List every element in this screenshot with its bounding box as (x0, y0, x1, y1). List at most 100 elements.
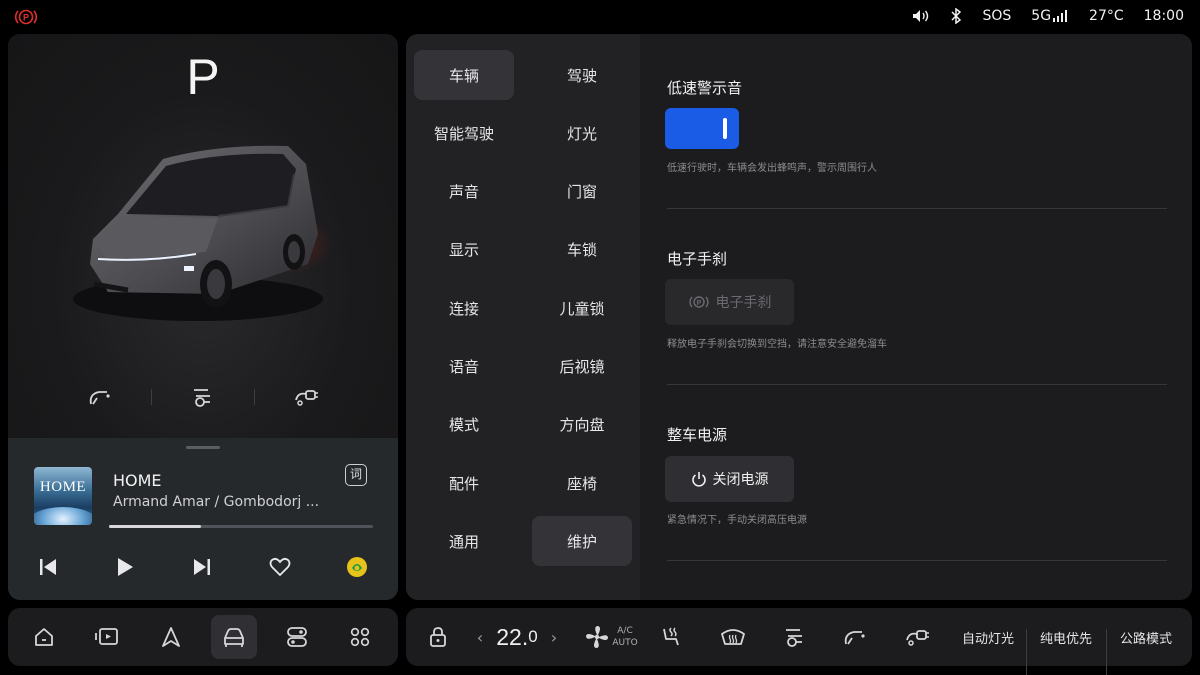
menu-item[interactable]: 显示 (414, 225, 514, 275)
settings-panel: 车辆 驾驶 智能驾驶 灯光 声音 门窗 显示 车锁 连接 儿童锁 语音 后视镜 模式 方向盘 配件 座椅 通用维… (406, 34, 1192, 600)
electronic-brake-title: 电子手刹 (667, 250, 728, 268)
fan-icon[interactable] (582, 608, 612, 666)
menu-item[interactable]: 车锁 (532, 225, 632, 275)
power-off-button[interactable]: 关闭电源 (665, 456, 794, 502)
volume-icon[interactable] (912, 9, 930, 23)
svg-text:P: P (696, 300, 701, 307)
temp-increase-icon[interactable]: › (546, 608, 562, 666)
music-app-icon[interactable] (340, 550, 374, 584)
menu-item[interactable]: 儿童锁 (532, 283, 632, 333)
vehicle-image (73, 145, 333, 321)
gear-indicator: P (186, 49, 220, 105)
drag-handle[interactable] (186, 446, 220, 449)
vehicle-power-title: 整车电源 (667, 426, 728, 444)
sos-button[interactable]: SOS (982, 8, 1011, 24)
low-speed-warning-description: 低速行驶时，车辆会发出蜂鸣声，警示周围行人 (667, 163, 877, 174)
divider (667, 560, 1167, 561)
menu-item[interactable]: 智能驾驶 (414, 108, 514, 158)
menu-item[interactable]: 门窗 (532, 167, 632, 217)
low-speed-warning-toggle[interactable] (665, 108, 739, 149)
status-bar: P SOS 5G 27°C 18:00 (0, 0, 1200, 32)
lyrics-button[interactable]: 词 (345, 464, 367, 486)
settings-menu: 车辆 驾驶 智能驾驶 灯光 声音 门窗 显示 车锁 连接 儿童锁 语音 后视镜 模式 方向盘 配件 座椅 通用维… (406, 34, 640, 600)
menu-item[interactable]: 通用 (414, 516, 514, 566)
auto-light-button[interactable]: 自动灯光 (958, 608, 1018, 666)
fuel-door-icon[interactable] (840, 608, 870, 666)
menu-item[interactable]: 语音 (414, 342, 514, 392)
electronic-brake-description: 释放电子手刹会切换到空挡，请注意安全避免溜车 (667, 339, 887, 350)
seat-heating-icon[interactable] (656, 608, 686, 666)
next-track-icon[interactable] (185, 550, 219, 584)
song-artist: Armand Amar / Gombodorj ... (113, 494, 320, 510)
vehicle-view: P (8, 34, 398, 438)
divider (1106, 629, 1107, 675)
power-off-button-label: 关闭电源 (712, 472, 769, 488)
divider (1026, 629, 1027, 675)
menu-item[interactable]: 方向盘 (532, 400, 632, 450)
electronic-brake-button-label: 电子手刹 (715, 295, 772, 311)
network-label: 5G (1031, 8, 1052, 24)
menu-item[interactable]: 连接 (414, 283, 514, 333)
clock: 18:00 (1143, 8, 1184, 24)
media-controls (8, 550, 398, 584)
temperature-display[interactable]: 22. 0 (492, 608, 542, 666)
charge-port-left-icon[interactable] (152, 379, 254, 415)
previous-track-icon[interactable] (31, 550, 65, 584)
auto-label: AUTO (612, 638, 638, 648)
ac-label: A/C (617, 626, 633, 636)
vehicle-panel: P HOME HOME Armand Amar / Gombodorj ... … (8, 34, 398, 600)
divider (667, 208, 1167, 209)
charge-port-right-icon[interactable] (902, 608, 932, 666)
menu-item[interactable]: 车辆 (414, 50, 514, 100)
parking-brake-icon: P (14, 7, 38, 27)
album-art-title: HOME (39, 479, 87, 495)
charge-port-right-icon[interactable] (255, 379, 357, 415)
defrost-icon[interactable] (718, 608, 748, 666)
playback-progress[interactable] (109, 525, 373, 528)
charge-port-left-icon[interactable] (780, 608, 810, 666)
media-icon[interactable] (84, 615, 130, 659)
toggle-knob (723, 118, 727, 139)
maintenance-settings: 低速警示音 低速行驶时，车辆会发出蜂鸣声，警示周围行人 电子手刹 P 电子手刹 … (640, 34, 1192, 600)
road-mode-button[interactable]: 公路模式 (1116, 608, 1176, 666)
song-title: HOME (113, 471, 162, 490)
favorite-heart-icon[interactable] (263, 550, 297, 584)
vehicle-icon[interactable] (211, 615, 257, 659)
grid-icon[interactable] (337, 615, 383, 659)
low-speed-warning-title: 低速警示音 (667, 79, 743, 97)
play-icon[interactable] (108, 550, 142, 584)
menu-item[interactable]: 维护 (532, 516, 632, 567)
album-art[interactable]: HOME (34, 467, 92, 525)
menu-item[interactable]: 声音 (414, 167, 514, 217)
menu-item[interactable]: 后视镜 (532, 342, 632, 392)
ac-auto-button[interactable]: A/C AUTO (612, 608, 638, 666)
fuel-door-icon[interactable] (49, 379, 151, 415)
signal-icon (1053, 10, 1068, 22)
home-icon[interactable] (21, 615, 67, 659)
media-player: HOME HOME Armand Amar / Gombodorj ... 词 (8, 438, 398, 600)
bluetooth-icon[interactable] (950, 8, 962, 24)
network-indicator: 5G (1031, 8, 1069, 24)
temp-decrease-icon[interactable]: ‹ (472, 608, 488, 666)
climate-dock: ‹ 22. 0 › A/C AUTO 自动灯光 纯电优先 公路模式 (406, 608, 1192, 675)
menu-item[interactable]: 配件 (414, 458, 514, 508)
svg-text:P: P (23, 13, 29, 23)
divider (667, 384, 1167, 385)
temperature-integer: 22. (496, 623, 529, 650)
menu-item[interactable]: 灯光 (532, 108, 632, 158)
temperature-decimal: 0 (528, 627, 538, 646)
parking-brake-icon: P (688, 296, 709, 308)
apps-toggle-icon[interactable] (274, 615, 320, 659)
electronic-brake-button[interactable]: P 电子手刹 (665, 279, 794, 325)
outside-temperature: 27°C (1089, 8, 1124, 24)
vehicle-quick-actions (8, 379, 398, 415)
menu-item[interactable]: 驾驶 (532, 50, 632, 100)
power-icon (691, 472, 706, 487)
navigation-icon[interactable] (148, 615, 194, 659)
menu-item[interactable]: 模式 (414, 400, 514, 450)
vehicle-power-description: 紧急情况下，手动关闭高压电源 (667, 515, 807, 526)
menu-item[interactable]: 座椅 (532, 458, 632, 508)
ev-priority-button[interactable]: 纯电优先 (1036, 608, 1096, 666)
app-dock (8, 608, 398, 666)
lock-icon[interactable] (424, 608, 452, 666)
